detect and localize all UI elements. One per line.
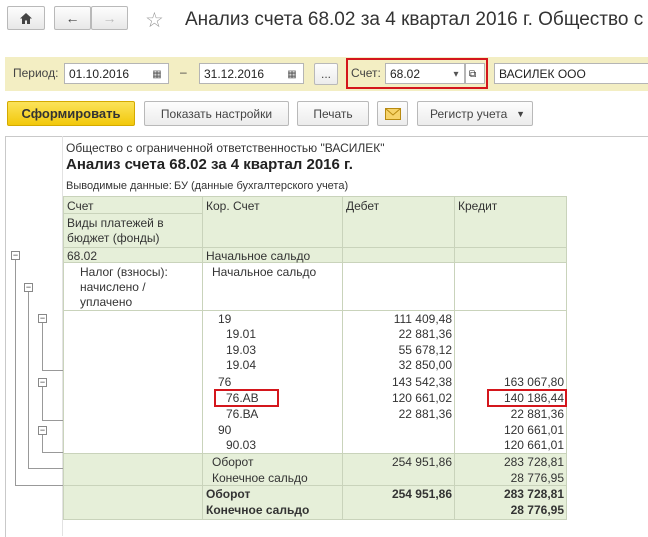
header-payment-types-2: бюджет (фонды): [67, 231, 160, 245]
period-select-button[interactable]: ...: [314, 63, 338, 85]
collapse-group-toggle[interactable]: −: [38, 314, 47, 323]
credit-highlight-box: [487, 389, 567, 407]
credit-value: 163 067,80: [503, 375, 564, 389]
header-payment-types-1: Виды платежей в: [67, 216, 164, 230]
show-settings-button[interactable]: Показать настройки: [144, 101, 289, 126]
corr-account: 19.01: [226, 327, 257, 341]
collapse-group-toggle[interactable]: −: [38, 426, 47, 435]
corr-account: 19: [218, 312, 232, 326]
account-value: 68.02: [390, 67, 421, 81]
email-button[interactable]: [377, 101, 408, 126]
corr-account: 76: [218, 375, 232, 389]
credit-value: 120 661,01: [503, 423, 564, 437]
debit-value: 111 409,48: [393, 312, 452, 326]
total-turnover-credit: 283 728,81: [503, 487, 564, 501]
back-button[interactable]: ←: [54, 6, 91, 30]
total-closing-balance-credit: 28 776,95: [510, 503, 564, 517]
debit-value: 55 678,12: [398, 343, 452, 357]
corr-account: 76.ВА: [226, 407, 259, 421]
credit-value: 120 661,01: [503, 438, 564, 452]
credit-value: 22 881,36: [510, 407, 564, 421]
tax-opening-balance-label: Начальное сальдо: [212, 265, 317, 279]
home-icon: [20, 12, 32, 24]
collapse-group-toggle[interactable]: −: [11, 251, 20, 260]
page-title: Анализ счета 68.02 за 4 квартал 2016 г. …: [185, 9, 648, 30]
dropdown-arrow-icon[interactable]: ▾: [449, 65, 463, 84]
collapse-group-toggle[interactable]: −: [38, 378, 47, 387]
period-label: Период:: [13, 66, 59, 80]
envelope-icon: [384, 107, 401, 120]
report-organization: Общество с ограниченной ответственностью…: [66, 141, 385, 155]
account-label: Счет:: [351, 66, 381, 80]
period-from-value: 01.10.2016: [69, 67, 130, 81]
turnover-credit: 283 728,81: [503, 455, 564, 469]
period-from-input[interactable]: 01.10.2016 ▦: [64, 63, 169, 84]
ledger-label: Регистр учета: [430, 106, 508, 121]
debit-value: 22 881,36: [398, 327, 452, 341]
period-separator: –: [180, 65, 187, 79]
open-account-button[interactable]: ⧉: [465, 63, 485, 84]
debit-value: 143 542,38: [391, 375, 452, 389]
corr-account-highlight-box: [214, 389, 279, 407]
account-code: 68.02: [67, 249, 98, 263]
dropdown-arrow-icon: ▼: [516, 108, 525, 119]
open-icon: ⧉: [469, 69, 477, 80]
print-button[interactable]: Печать: [297, 101, 369, 126]
closing-balance-credit: 28 776,95: [510, 471, 564, 485]
organization-input[interactable]: ВАСИЛЕК ООО: [494, 63, 648, 84]
output-data-value: БУ (данные бухгалтерского учета): [174, 180, 349, 192]
report-title: Анализ счета 68.02 за 4 квартал 2016 г.: [66, 156, 353, 173]
ledger-button[interactable]: Регистр учета ▼: [417, 101, 533, 126]
arrow-right-icon: →: [102, 10, 117, 26]
home-button[interactable]: [7, 6, 45, 30]
debit-value: 120 661,02: [391, 391, 452, 405]
tax-label-3: уплачено: [80, 295, 133, 309]
calendar-icon[interactable]: ▦: [147, 65, 167, 84]
corr-account: 90: [218, 423, 232, 437]
arrow-left-icon: ←: [65, 10, 80, 26]
forward-button[interactable]: →: [91, 6, 128, 30]
debit-value: 22 881,36: [398, 407, 452, 421]
total-closing-balance-label: Конечное сальдо: [206, 503, 310, 517]
header-corr-account: Кор. Счет: [206, 199, 260, 213]
period-to-input[interactable]: 31.12.2016 ▦: [199, 63, 304, 84]
organization-value: ВАСИЛЕК ООО: [499, 67, 586, 81]
header-account: Счет: [67, 199, 94, 213]
corr-account: 19.03: [226, 343, 257, 357]
header-debit: Дебет: [346, 199, 380, 213]
header-credit: Кредит: [458, 199, 498, 213]
tax-label-2: начислено /: [80, 280, 146, 294]
turnover-label: Оборот: [212, 455, 254, 469]
period-to-value: 31.12.2016: [204, 67, 265, 81]
calendar-icon[interactable]: ▦: [282, 65, 302, 84]
closing-balance-label: Конечное сальдо: [212, 471, 308, 485]
collapse-group-toggle[interactable]: −: [24, 283, 33, 292]
total-turnover-label: Оборот: [206, 487, 251, 501]
total-turnover-debit: 254 951,86: [391, 487, 452, 501]
tax-label-1: Налог (взносы):: [80, 265, 168, 279]
generate-button[interactable]: Сформировать: [7, 101, 135, 126]
turnover-debit: 254 951,86: [391, 455, 452, 469]
corr-account: 90.03: [226, 438, 257, 452]
output-data-label: Выводимые данные:: [66, 180, 172, 192]
account-input[interactable]: 68.02 ▾: [385, 63, 465, 84]
corr-account: 19.04: [226, 358, 257, 372]
debit-value: 32 850,00: [398, 358, 452, 372]
opening-balance-label: Начальное сальдо: [206, 249, 311, 263]
star-icon[interactable]: ☆: [145, 8, 164, 33]
